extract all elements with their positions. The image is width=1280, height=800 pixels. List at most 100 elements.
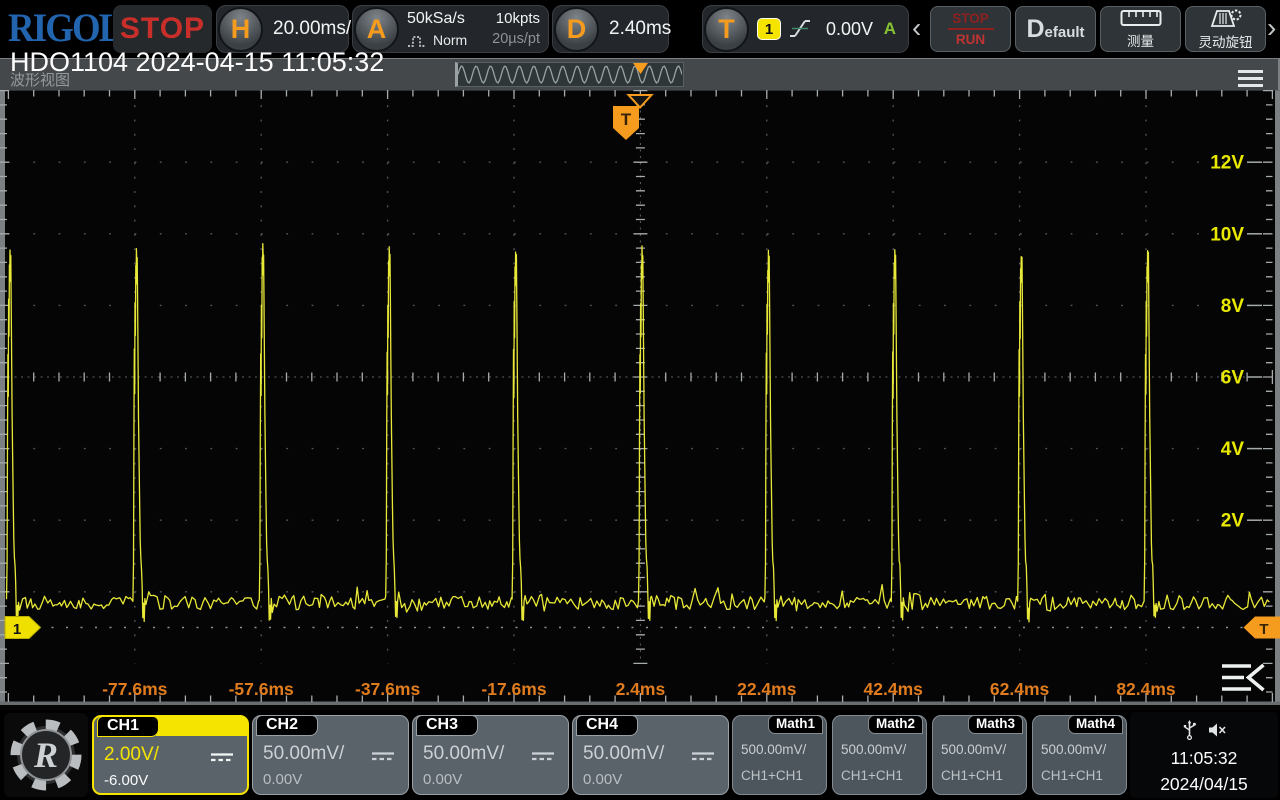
t-axis-label: -57.6ms (229, 679, 294, 699)
trigger-group[interactable]: T 1 0.00V A (702, 5, 909, 53)
math-scale: 500.00mV/ (841, 742, 906, 757)
pulse-wave-icon (407, 34, 429, 48)
quick-knob-button[interactable]: 灵动旋钮 (1185, 6, 1266, 52)
math-tab: Math1 (768, 715, 823, 734)
rigol-gear-logo[interactable]: R (4, 713, 88, 797)
channel-scale: 2.00V/ (104, 744, 159, 766)
preview-trigger-icon[interactable] (633, 63, 648, 74)
knob-gear-icon (1209, 8, 1243, 28)
t-axis-label: 2.4ms (616, 679, 666, 699)
default-button[interactable]: Default (1015, 6, 1096, 52)
trigger-level-marker[interactable]: T (1244, 617, 1280, 639)
delay-value: 2.40ms (609, 18, 671, 40)
channel-tab: CH3 (416, 715, 478, 736)
v-axis-label: 12V (1210, 153, 1244, 174)
channel-tab: CH2 (256, 715, 318, 736)
math-card-math1[interactable]: Math1 500.00mV/ CH1+CH1 (732, 715, 827, 795)
channel-card-ch3[interactable]: CH3 50.00mV/ 0.00V (412, 715, 569, 795)
sample-rate: 50kSa/s (407, 10, 465, 28)
math-tab: Math4 (1068, 715, 1123, 734)
channel-offset: 0.00V (423, 771, 462, 788)
channel-card-ch4[interactable]: CH4 50.00mV/ 0.00V (572, 715, 729, 795)
clock-time: 11:05:32 (1130, 748, 1278, 769)
toolbar-scroll-left-icon[interactable]: ‹ (912, 12, 921, 44)
v-axis-label: 6V (1221, 368, 1245, 389)
t-axis-label: 22.4ms (737, 679, 797, 699)
measure-button[interactable]: 测量 (1100, 6, 1181, 52)
math-tab: Math3 (968, 715, 1023, 734)
math-expression: CH1+CH1 (941, 768, 1003, 783)
svg-text:R: R (33, 735, 58, 775)
math-scale: 500.00mV/ (1041, 742, 1106, 757)
math-expression: CH1+CH1 (841, 768, 903, 783)
math-expression: CH1+CH1 (1041, 768, 1103, 783)
math-card-math4[interactable]: Math4 500.00mV/ CH1+CH1 (1032, 715, 1127, 795)
acquisition-status-badge[interactable]: STOP (113, 5, 212, 53)
toolbar-scroll-right-icon[interactable]: › (1267, 12, 1276, 44)
svg-text:1: 1 (13, 621, 21, 638)
channel-offset: -6.00V (104, 772, 148, 789)
bottom-separator (0, 702, 1280, 706)
math-expression: CH1+CH1 (741, 768, 803, 783)
horizontal-knob[interactable]: H (218, 7, 263, 52)
time-per-point: 20µs/pt (492, 31, 540, 47)
math-card-math2[interactable]: Math2 500.00mV/ CH1+CH1 (832, 715, 927, 795)
channel-card-ch2[interactable]: CH2 50.00mV/ 0.00V (252, 715, 409, 795)
v-axis-label: 8V (1221, 296, 1245, 317)
channel-status-bar: R CH1 2.00V/ -6.00V CH2 50.00mV/ 0.00V C… (0, 710, 1280, 800)
math-scale: 500.00mV/ (941, 742, 1006, 757)
channel-scale: 50.00mV/ (263, 743, 344, 765)
svg-text:T: T (621, 110, 632, 129)
trigger-sweep-mode: A (884, 19, 896, 39)
dc-coupling-icon (209, 750, 235, 768)
v-axis-label: 10V (1210, 224, 1244, 245)
ruler-icon (1120, 9, 1162, 27)
right-rail (1275, 90, 1280, 703)
active-highlight (156, 716, 248, 736)
t-axis-label: -37.6ms (355, 679, 420, 699)
trigger-position-marker[interactable]: T (613, 95, 652, 140)
acquire-mode: Norm (407, 32, 467, 48)
channel-card-ch1[interactable]: CH1 2.00V/ -6.00V (92, 715, 249, 795)
math-scale: 500.00mV/ (741, 742, 806, 757)
rising-edge-icon (786, 16, 814, 42)
ch1-trace (7, 244, 1270, 622)
left-rail (0, 90, 5, 703)
delay-knob[interactable]: D (554, 7, 599, 52)
channel-offset: 0.00V (583, 771, 622, 788)
rigol-logo: RIGOL (8, 4, 121, 51)
stop-run-button[interactable]: STOP RUN (930, 6, 1011, 52)
channel-scale: 50.00mV/ (583, 743, 664, 765)
acquire-group[interactable]: A 50kSa/s 10kpts Norm 20µs/pt (352, 5, 549, 53)
t-axis-label: 82.4ms (1116, 679, 1176, 699)
memory-depth: 10kpts (496, 10, 540, 27)
timebase-value: 20.00ms/ (273, 18, 351, 40)
v-axis-label: 2V (1221, 511, 1245, 532)
t-axis-label: 42.4ms (864, 679, 924, 699)
waveform-overview-bar[interactable] (455, 62, 684, 87)
channel-offset: 0.00V (263, 771, 302, 788)
page-title: HDO1104 2024-04-15 11:05:32 (10, 47, 384, 78)
expand-menu-icon[interactable] (1222, 665, 1264, 690)
horizontal-timebase-group[interactable]: H 20.00ms/ (216, 5, 349, 53)
channel-tab: CH4 (576, 715, 638, 736)
trigger-knob[interactable]: T (704, 7, 749, 52)
channel-tab: CH1 (97, 716, 159, 737)
svg-text:T: T (1259, 621, 1268, 638)
dc-coupling-icon (370, 749, 396, 767)
dc-coupling-icon (690, 749, 716, 767)
t-axis-label: -17.6ms (481, 679, 546, 699)
menu-icon[interactable] (1238, 70, 1263, 91)
delay-group[interactable]: D 2.40ms (552, 5, 669, 53)
acquire-knob[interactable]: A (354, 7, 399, 52)
waveform-display[interactable]: 12V10V8V6V4V2V-77.6ms-57.6ms-37.6ms-17.6… (0, 90, 1280, 710)
trigger-source-badge: 1 (757, 18, 781, 40)
divider (948, 28, 994, 30)
speaker-muted-icon (1207, 720, 1227, 740)
channel-ground-marker[interactable]: 1 (5, 617, 41, 639)
math-tab: Math2 (868, 715, 923, 734)
dc-coupling-icon (530, 749, 556, 767)
math-card-math3[interactable]: Math3 500.00mV/ CH1+CH1 (932, 715, 1027, 795)
channel-scale: 50.00mV/ (423, 743, 504, 765)
usb-icon (1182, 720, 1197, 740)
